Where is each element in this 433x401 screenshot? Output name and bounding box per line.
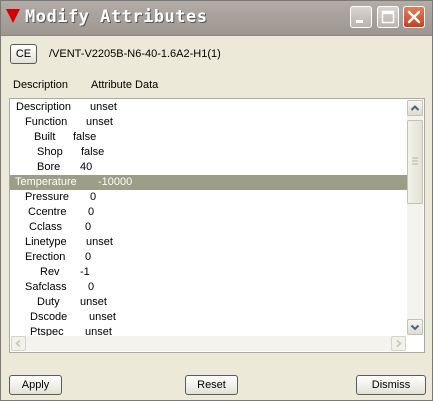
attribute-name: Rev (40, 266, 60, 278)
attribute-name: Shop (37, 146, 63, 158)
close-button[interactable] (403, 6, 425, 28)
scroll-left-button[interactable] (11, 336, 26, 351)
app-menu-icon[interactable] (6, 9, 20, 23)
attribute-value: unset (80, 296, 107, 308)
attribute-name: Temperature (15, 176, 77, 188)
attribute-name: Erection (25, 251, 66, 263)
attribute-row[interactable]: Safclass 0 (10, 280, 407, 295)
attribute-row[interactable]: Duty unset (10, 295, 407, 310)
maximize-button[interactable] (377, 6, 399, 28)
vertical-scrollbar[interactable] (407, 100, 423, 335)
attribute-row[interactable]: Erection 0 (10, 250, 407, 265)
attribute-name: Dscode (30, 311, 68, 323)
attribute-name: Ccentre (28, 206, 67, 218)
window-title: Modify Attributes (25, 7, 208, 27)
attribute-value: false (81, 146, 105, 158)
attribute-value: 0 (85, 221, 92, 233)
modify-attributes-window: Modify Attributes CE /VENT-V2205B-N6-40-… (0, 0, 433, 401)
description-column-header: Description (13, 79, 69, 91)
attribute-data-column-header: Attribute Data (91, 79, 159, 91)
ce-button[interactable]: CE (10, 44, 37, 64)
attribute-row[interactable]: Built false (10, 130, 407, 145)
attribute-value: unset (89, 311, 116, 323)
attribute-name: Safclass (25, 281, 67, 293)
maximize-icon (381, 10, 395, 24)
attribute-value: 0 (88, 206, 95, 218)
attribute-row[interactable]: Dscode unset (10, 310, 407, 325)
chevron-down-icon (410, 324, 420, 331)
attribute-row[interactable]: Pressure 0 (10, 190, 407, 205)
attribute-value: -10000 (98, 176, 133, 188)
attribute-name: Description (16, 101, 72, 113)
attribute-name: Built (34, 131, 56, 143)
scroll-right-button[interactable] (391, 336, 406, 351)
dismiss-button[interactable]: Dismiss (356, 375, 426, 395)
scroll-down-button[interactable] (407, 319, 423, 335)
attribute-row[interactable]: Linetype unset (10, 235, 407, 250)
attribute-value: unset (86, 116, 113, 128)
attribute-value: 0 (88, 281, 95, 293)
attribute-row[interactable]: Rev -1 (10, 265, 407, 280)
attribute-value: 0 (85, 251, 92, 263)
title-bar[interactable]: Modify Attributes (1, 1, 432, 36)
attribute-value: -1 (80, 266, 90, 278)
element-path: /VENT-V2205B-N6-40-1.6A2-H1(1) (49, 48, 221, 60)
attribute-value: unset (86, 236, 113, 248)
chevron-up-icon (410, 105, 420, 111)
attribute-row[interactable]: Bore 40 (10, 160, 407, 175)
scroll-up-button[interactable] (407, 100, 423, 116)
close-icon (407, 10, 421, 24)
attribute-name: Bore (37, 161, 61, 173)
attribute-row[interactable]: Shop false (10, 145, 407, 160)
attribute-row[interactable]: Description unset (10, 100, 407, 115)
horizontal-scrollbar[interactable] (11, 336, 406, 351)
attribute-value: 0 (90, 191, 97, 203)
minimize-icon (356, 20, 363, 23)
attribute-row[interactable]: Ccentre 0 (10, 205, 407, 220)
attribute-row[interactable]: Function unset (10, 115, 407, 130)
attribute-rows: Description unset Function unset Built false S… (10, 100, 407, 340)
grip-icon (412, 157, 418, 165)
minimize-button[interactable] (350, 6, 372, 28)
attribute-value: unset (90, 101, 117, 113)
scroll-thumb[interactable] (407, 120, 423, 204)
reset-button[interactable]: Reset (185, 375, 238, 395)
attribute-row[interactable]: Temperature -10000 (10, 175, 407, 190)
attribute-list[interactable]: Description unset Function unset Built false S… (9, 98, 425, 353)
attribute-value: false (73, 131, 97, 143)
attribute-name: Duty (37, 296, 60, 308)
attribute-name: Cclass (29, 221, 63, 233)
attribute-name: Linetype (25, 236, 67, 248)
attribute-value: 40 (80, 161, 93, 173)
chevron-left-icon (15, 339, 21, 348)
attribute-name: Pressure (25, 191, 70, 203)
attribute-row[interactable]: Cclass 0 (10, 220, 407, 235)
chevron-right-icon (396, 339, 402, 348)
apply-button[interactable]: Apply (9, 375, 62, 395)
attribute-name: Function (25, 116, 68, 128)
